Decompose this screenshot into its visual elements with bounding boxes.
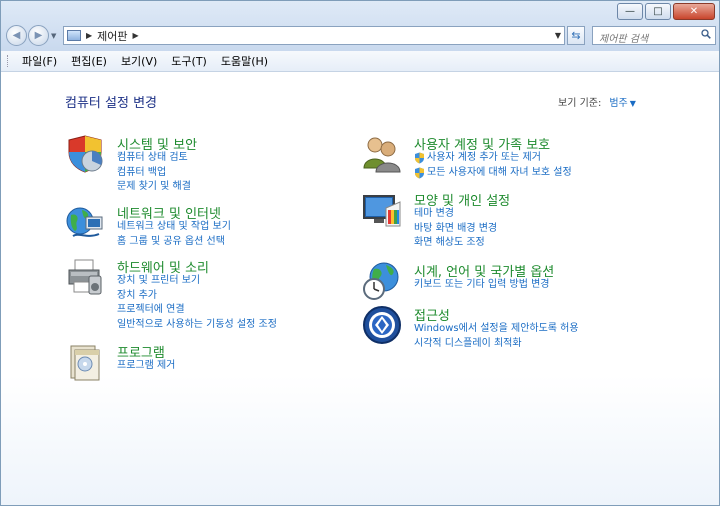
search-input[interactable]: [593, 31, 697, 47]
search-box: [592, 26, 716, 47]
page-title: 컴퓨터 설정 변경: [65, 96, 157, 111]
caption-buttons: — □ ✕: [615, 3, 715, 20]
ease-of-access-icon[interactable]: [362, 305, 402, 345]
link-screen-resolution[interactable]: 화면 해상도 조정: [414, 236, 497, 251]
menu-bar: 파일(F) 편집(E) 보기(V) 도구(T) 도움말(H): [1, 51, 719, 72]
category-links: 네트워크 상태 및 작업 보기 홈 그룹 및 공유 옵션 선택: [117, 220, 231, 249]
link-label[interactable]: 사용자 계정 추가 또는 제거: [427, 151, 541, 166]
refresh-button[interactable]: ⇆: [567, 26, 585, 45]
link-windows-suggest-settings[interactable]: Windows에서 설정을 제안하도록 허용: [414, 322, 579, 337]
breadcrumb-control-panel[interactable]: 제어판: [97, 28, 127, 44]
address-dropdown-icon[interactable]: ▼: [555, 31, 561, 40]
users-icon[interactable]: [362, 134, 402, 174]
system-security-shield-icon[interactable]: [65, 134, 105, 174]
network-globe-icon[interactable]: [65, 203, 105, 243]
category-links: 키보드 또는 기타 입력 방법 변경: [414, 278, 550, 293]
breadcrumb-separator-icon[interactable]: ▶: [133, 31, 139, 40]
forward-button[interactable]: ▶: [28, 25, 49, 46]
category-links: 프로그램 제거: [117, 359, 175, 374]
link-uninstall-program[interactable]: 프로그램 제거: [117, 359, 175, 374]
programs-box-icon[interactable]: [65, 342, 105, 382]
link-keyboard-input[interactable]: 키보드 또는 기타 입력 방법 변경: [414, 278, 550, 293]
menu-view[interactable]: 보기(V): [115, 53, 163, 69]
category-links: Windows에서 설정을 제안하도록 허용 시각적 디스플레이 최적화: [414, 322, 579, 351]
menu-file[interactable]: 파일(F): [16, 53, 63, 69]
back-button[interactable]: ◀: [6, 25, 27, 46]
minimize-button[interactable]: —: [617, 3, 643, 20]
title-bar: — □ ✕ ◀ ▶ ▼ ▶ 제어판 ▶ ▼ ⇆: [1, 1, 719, 51]
link-troubleshoot[interactable]: 문제 찾기 및 해결: [117, 180, 191, 195]
back-arrow-icon: ◀: [12, 30, 21, 41]
view-by-label: 보기 기준:: [558, 98, 602, 109]
link-add-remove-accounts[interactable]: 사용자 계정 추가 또는 제거: [414, 151, 572, 166]
uac-shield-icon: [415, 152, 424, 164]
link-change-theme[interactable]: 테마 변경: [414, 207, 497, 222]
close-button[interactable]: ✕: [673, 3, 715, 20]
appearance-monitor-icon[interactable]: [362, 190, 402, 230]
forward-arrow-icon: ▶: [34, 30, 43, 41]
view-by-caret-icon[interactable]: ▼: [630, 99, 636, 108]
control-panel-window: — □ ✕ ◀ ▶ ▼ ▶ 제어판 ▶ ▼ ⇆ 파일(F) 편집(E): [0, 0, 720, 506]
link-network-status[interactable]: 네트워크 상태 및 작업 보기: [117, 220, 231, 235]
link-projector[interactable]: 프로젝터에 연결: [117, 303, 277, 318]
printer-icon[interactable]: [65, 257, 105, 297]
category-links: 장치 및 프린터 보기 장치 추가 프로젝터에 연결 일반적으로 사용하는 기동…: [117, 274, 277, 332]
menu-edit[interactable]: 편집(E): [65, 53, 113, 69]
recent-pages-dropdown-icon[interactable]: ▼: [51, 32, 56, 40]
address-bar[interactable]: ▶ 제어판 ▶ ▼: [63, 26, 565, 45]
navigation-buttons: ◀ ▶ ▼: [6, 25, 56, 46]
link-optimize-display[interactable]: 시각적 디스플레이 최적화: [414, 337, 579, 352]
menu-tools[interactable]: 도구(T): [165, 53, 213, 69]
link-add-device[interactable]: 장치 추가: [117, 289, 277, 304]
uac-shield-icon: [415, 167, 424, 179]
category-links: 테마 변경 바탕 화면 배경 변경 화면 해상도 조정: [414, 207, 497, 251]
category-links: 컴퓨터 상태 검토 컴퓨터 백업 문제 찾기 및 해결: [117, 151, 191, 195]
control-panel-icon: [67, 30, 81, 41]
globe-clock-icon[interactable]: [362, 261, 402, 301]
main-content: 컴퓨터 설정 변경 보기 기준: 범주 ▼ 시스템 및 보안 컴퓨터 상태 검토 컴…: [1, 72, 719, 505]
link-review-status[interactable]: 컴퓨터 상태 검토: [117, 151, 191, 166]
link-label[interactable]: 모든 사용자에 대해 자녀 보호 설정: [427, 166, 572, 181]
view-by-dropdown[interactable]: 범주: [609, 98, 627, 109]
menu-grip: [7, 55, 10, 67]
view-by: 보기 기준: 범주 ▼: [558, 94, 636, 109]
link-backup[interactable]: 컴퓨터 백업: [117, 166, 191, 181]
link-parental-controls[interactable]: 모든 사용자에 대해 자녀 보호 설정: [414, 166, 572, 181]
category-links: 사용자 계정 추가 또는 제거 모든 사용자에 대해 자녀 보호 설정: [414, 151, 572, 180]
link-devices-printers[interactable]: 장치 및 프린터 보기: [117, 274, 277, 289]
refresh-icon: ⇆: [571, 29, 581, 42]
menu-help[interactable]: 도움말(H): [215, 53, 274, 69]
link-homegroup[interactable]: 홈 그룹 및 공유 옵션 선택: [117, 235, 231, 250]
maximize-button[interactable]: □: [645, 3, 671, 20]
breadcrumb-separator-icon[interactable]: ▶: [86, 31, 92, 40]
search-icon[interactable]: [701, 29, 711, 39]
link-mobility-settings[interactable]: 일반적으로 사용하는 기동성 설정 조정: [117, 318, 277, 333]
link-desktop-background[interactable]: 바탕 화면 배경 변경: [414, 222, 497, 237]
